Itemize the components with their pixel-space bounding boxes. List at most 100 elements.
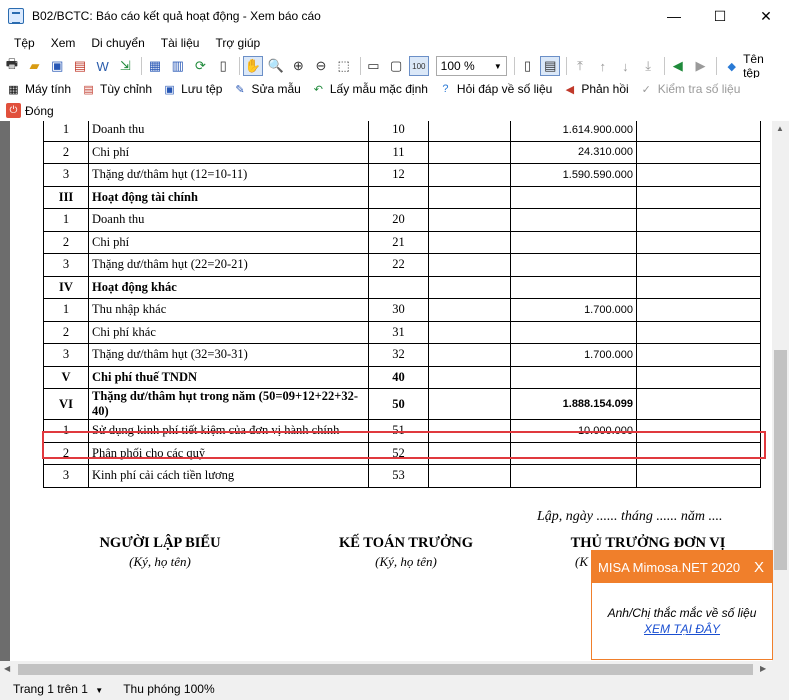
first-page-icon[interactable]: ⤒ (570, 56, 590, 76)
forward-icon[interactable]: ▶ (691, 56, 711, 76)
open-folder-icon[interactable]: ▰ (25, 56, 45, 76)
save-template-button[interactable]: ▣ Lưu tệp (158, 79, 226, 99)
close-button[interactable]: ✕ (743, 0, 789, 32)
page-indicator[interactable]: Trang 1 trên 1 ▼ (13, 682, 103, 696)
calculator-button[interactable]: ▦ Máy tính (2, 79, 75, 99)
app-icon (8, 8, 24, 24)
hand-tool-icon[interactable]: ✋ (243, 56, 263, 76)
default-template-button[interactable]: ↶ Lấy mẫu mặc định (307, 79, 432, 99)
edit-template-button[interactable]: ✎ Sửa mẫu (228, 79, 304, 99)
page-width-icon[interactable]: ▭ (364, 56, 384, 76)
table-view-icon[interactable]: ▦ (145, 56, 165, 76)
scroll-right-icon[interactable]: ▶ (760, 664, 766, 673)
row-current-value: 1.700.000 (510, 343, 637, 367)
row-note (428, 464, 511, 488)
preparer-title: NGƯỜI LẬP BIỂU (99, 535, 221, 551)
power-icon: ⏻ (6, 103, 21, 118)
edit-pencil-icon: ✎ (235, 83, 245, 96)
calculator-icon: ▦ (8, 83, 19, 96)
menu-help[interactable]: Trợ giúp (207, 36, 268, 50)
scroll-left-icon[interactable]: ◀ (4, 664, 10, 673)
zoom-status: Thu phóng 100% (123, 682, 215, 696)
help-icon: ? (442, 83, 449, 95)
feedback-button[interactable]: ◀ Phản hồi (558, 79, 632, 99)
row-code: 32 (368, 343, 429, 367)
default-template-label: Lấy mẫu mặc định (329, 82, 428, 96)
vertical-scroll-thumb[interactable] (774, 350, 787, 570)
customize-label: Tùy chỉnh (100, 82, 153, 96)
export-pdf-icon[interactable]: ▤ (70, 56, 90, 76)
zoom-tool-icon[interactable]: 🔍 (266, 56, 286, 76)
minimize-button[interactable]: — (651, 0, 697, 32)
grid-icon[interactable]: ▥ (168, 56, 188, 76)
multi-page-icon[interactable]: ▤ (540, 56, 561, 76)
row-current-value: 1.614.900.000 (510, 121, 637, 142)
info-diamond-icon: ◆ (727, 60, 736, 73)
megaphone-icon: ◀ (565, 83, 575, 96)
row-stt: 2 (43, 230, 89, 254)
row-stt: 1 (43, 121, 89, 142)
row-note (428, 140, 511, 164)
maximize-button[interactable]: ☐ (697, 0, 743, 32)
back-icon[interactable]: ◀ (668, 56, 688, 76)
export-icon[interactable]: ⇲ (116, 56, 136, 76)
check-data-label: Kiểm tra số liệu (657, 82, 741, 96)
table-row: 2 Chi phí 11 24.310.000 (43, 140, 761, 164)
menu-document[interactable]: Tài liệu (153, 36, 208, 50)
popup-link[interactable]: XEM TẠI ĐÂY (592, 621, 772, 637)
row-current-value (510, 441, 637, 465)
window-title: B02/BCTC: Báo cáo kết quả hoạt động - Xe… (32, 9, 321, 23)
zoom-select[interactable]: 100 % ▼ (435, 56, 507, 76)
calculator-label: Máy tính (25, 82, 72, 96)
row-previous-value (636, 441, 761, 465)
row-code: 21 (368, 230, 429, 254)
table-row: V Chi phí thuế TNDN 40 (43, 365, 761, 389)
menu-navigate[interactable]: Di chuyển (83, 36, 152, 50)
print-icon[interactable]: 🖶 (2, 56, 22, 76)
last-page-icon[interactable]: ⤓ (638, 56, 658, 76)
close-report-button[interactable]: ⏻ Đóng (2, 101, 58, 121)
zoom-in-icon[interactable]: ⊕ (288, 56, 308, 76)
qa-label: Hỏi đáp về số liệu (456, 82, 553, 96)
popup-close-button[interactable]: X (754, 559, 764, 576)
page-gutter (0, 121, 10, 661)
refresh-icon[interactable]: ⟳ (191, 56, 211, 76)
row-note (428, 163, 511, 187)
zoom-region-icon[interactable]: ⬚ (334, 56, 354, 76)
row-stt: 3 (43, 253, 89, 277)
row-previous-value (636, 253, 761, 277)
horizontal-scroll-thumb[interactable] (18, 664, 753, 675)
next-page-icon[interactable]: ↓ (616, 56, 636, 76)
single-page-icon[interactable]: ▯ (518, 56, 538, 76)
row-code (368, 275, 429, 299)
page-icon[interactable]: ▯ (213, 56, 233, 76)
preparer-sub: (Ký, họ tên) (129, 554, 191, 569)
row-name: Phân phối cho các quỹ (88, 441, 369, 465)
file-name-button[interactable]: ◆ Tên tệp (720, 52, 787, 80)
qa-button[interactable]: ? Hỏi đáp về số liệu (434, 79, 556, 99)
row-note (428, 208, 511, 232)
row-current-value: 24.310.000 (510, 140, 637, 164)
check-data-button[interactable]: ✓ Kiểm tra số liệu (635, 79, 745, 99)
previous-page-icon[interactable]: ↑ (593, 56, 613, 76)
whole-page-icon[interactable]: ▢ (386, 56, 406, 76)
row-stt: IV (43, 275, 89, 299)
undo-arrow-icon: ↶ (313, 83, 323, 96)
table-row: 3 Thặng dư/thâm hụt (32=30-31) 32 1.700.000 (43, 343, 761, 367)
row-code: 22 (368, 253, 429, 277)
zoom-out-icon[interactable]: ⊖ (311, 56, 331, 76)
row-previous-value (636, 365, 761, 389)
row-current-value: 1.700.000 (510, 298, 637, 322)
row-stt: 2 (43, 140, 89, 164)
scroll-up-icon[interactable]: ▲ (776, 124, 784, 133)
table-row: 2 Chi phí 21 (43, 230, 761, 254)
menu-bar: Tệp Xem Di chuyển Tài liệu Trợ giúp (0, 32, 789, 54)
save-icon[interactable]: ▣ (47, 56, 67, 76)
menu-file[interactable]: Tệp (6, 36, 43, 50)
actual-size-icon[interactable]: 100 (408, 56, 429, 76)
menu-view[interactable]: Xem (43, 36, 84, 50)
export-word-icon[interactable]: W (93, 56, 113, 76)
row-code: 53 (368, 464, 429, 488)
customize-button[interactable]: ▤ Tùy chỉnh (77, 79, 156, 99)
row-current-value (510, 208, 637, 232)
